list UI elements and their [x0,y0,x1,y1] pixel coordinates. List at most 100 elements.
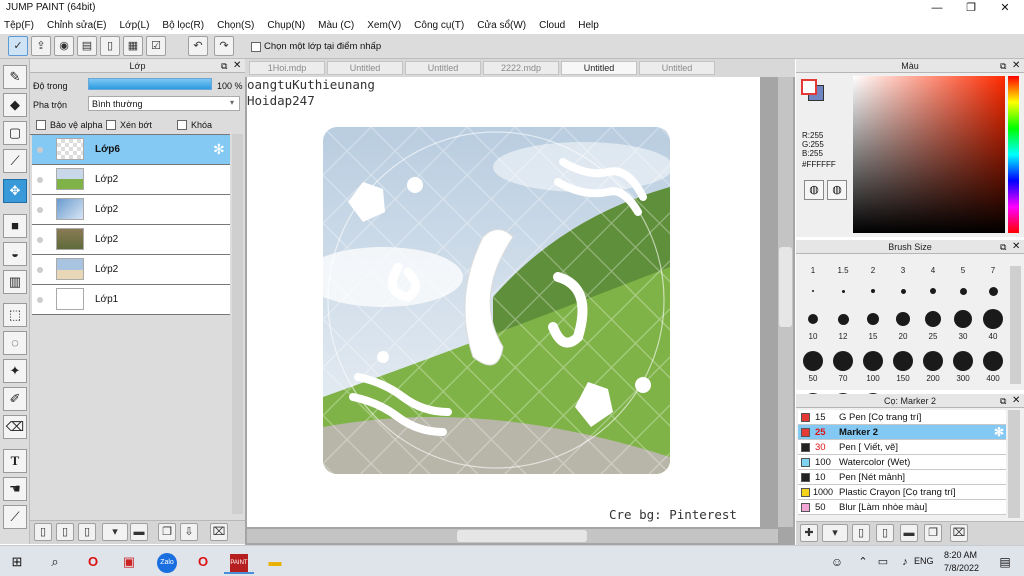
hue-slider[interactable] [1008,76,1019,233]
search-icon[interactable]: ⌕ [40,550,70,574]
brush-size-dot[interactable] [954,310,972,328]
app-icon[interactable]: ▣ [114,550,144,574]
duplicate-icon[interactable]: ❐ [924,524,942,542]
visibility-icon[interactable] [37,177,43,183]
brush-size-dot[interactable] [833,351,853,371]
brush-size-dot[interactable] [900,288,906,294]
brush-size-dot[interactable] [841,289,845,293]
move-icon[interactable]: ✥ [3,179,27,203]
brush-size-dot[interactable] [893,351,913,371]
export-icon[interactable]: ⇪ [31,36,51,56]
brush-page-icon[interactable]: ▯ [876,524,894,542]
brush-size-dot[interactable] [837,313,849,325]
brush-size-dot[interactable] [863,351,883,371]
add-layer-menu-icon[interactable]: ▾ [102,523,128,541]
brush-size-dot[interactable] [812,290,814,292]
select-pen-icon[interactable]: ✐ [3,387,27,411]
menu-tools[interactable]: Công cụ(T) [414,20,464,31]
gradient-icon[interactable]: ▥ [3,270,27,294]
panel-pin-icon[interactable]: ⧉ [1000,242,1006,253]
horizontal-scroll-thumb[interactable] [457,530,587,542]
select-layer-checkbox[interactable] [251,42,261,52]
jump-paint-icon[interactable]: PAINT [224,550,254,574]
brush-item[interactable]: 50 Blur [Làm nhòe màu] [798,500,1006,515]
checklist-icon[interactable]: ☑ [146,36,166,56]
clip-checkbox[interactable] [106,120,116,130]
minimize-button[interactable]: — [920,0,954,16]
brush-size-dot[interactable] [808,314,818,324]
hand-icon[interactable]: ☚ [3,477,27,501]
opacity-slider[interactable] [88,78,212,90]
menu-color[interactable]: Màu (C) [318,20,354,31]
layer-row[interactable]: Lớp1 [32,285,230,315]
rect-select-icon[interactable]: ⬚ [3,303,27,327]
brush-size-dot[interactable] [803,351,823,371]
magic-wand-icon[interactable]: ✦ [3,359,27,383]
menu-help[interactable]: Help [578,20,599,31]
brush-scrollbar[interactable] [1010,266,1021,384]
tab[interactable]: 1Hoi.mdp [249,61,325,75]
visibility-icon[interactable] [37,297,43,303]
brush-size-dot[interactable] [953,351,973,371]
tab[interactable]: Untitled [405,61,481,75]
notification-icon[interactable]: ▤ [990,550,1020,574]
trash-icon[interactable]: ⌧ [950,524,968,542]
menu-filter[interactable]: Bộ lọc(R) [162,20,204,31]
menu-layer[interactable]: Lớp(L) [120,20,150,31]
menu-view[interactable]: Xem(V) [367,20,401,31]
visibility-icon[interactable] [37,267,43,273]
brush-size-dot[interactable] [983,351,1003,371]
merge-icon[interactable]: ⇩ [180,523,198,541]
brush-icon[interactable]: ✎ [3,65,27,89]
color-picker-square[interactable] [853,76,1005,233]
undo-icon[interactable]: ↶ [188,36,208,56]
duplicate-icon[interactable]: ❐ [158,523,176,541]
blend-select[interactable]: Bình thường ▾ [88,96,240,111]
menu-select[interactable]: Chọn(S) [217,20,254,31]
menu-cloud[interactable]: Cloud [539,20,565,31]
protect-alpha-checkbox[interactable] [36,120,46,130]
menu-edit[interactable]: Chỉnh sửa(E) [47,20,107,31]
brush-size-dot[interactable] [925,311,941,327]
horizontal-scrollbar[interactable] [247,529,778,543]
brush-size-dot[interactable] [871,289,875,293]
layer-row[interactable]: Lớp2 [32,255,230,285]
brush-size-dot[interactable] [959,287,967,295]
page-icon[interactable]: ▯ [100,36,120,56]
brush-item[interactable]: 25 Marker 2 ✻ [798,425,1006,440]
lock-checkbox[interactable] [177,120,187,130]
new-1bit-layer-icon[interactable]: ▯ [78,523,96,541]
tab[interactable]: 2222.mdp [483,61,559,75]
new-8bit-layer-icon[interactable]: ▯ [56,523,74,541]
opera-icon[interactable]: O [78,550,108,574]
visibility-icon[interactable] [37,237,43,243]
brush-item[interactable]: 1000 Plastic Crayon [Cọ trang trí] [798,485,1006,500]
panel-close-icon[interactable]: ✕ [1012,60,1020,71]
tab[interactable]: Untitled [327,61,403,75]
panel-icon[interactable]: ▦ [123,36,143,56]
palette-add-icon[interactable]: ◍ [827,180,847,200]
brush-item[interactable]: 10 Pen [Nét mảnh] [798,470,1006,485]
menu-capture[interactable]: Chụp(N) [267,20,305,31]
opera-gx-icon[interactable]: O [188,550,218,574]
panel-pin-icon[interactable]: ⧉ [1000,61,1006,72]
maximize-button[interactable]: ❐ [954,0,988,16]
brush-size-dot[interactable] [983,309,1003,329]
brush-size-dot[interactable] [923,351,943,371]
panel-pin-icon[interactable]: ⧉ [1000,396,1006,407]
clock-date[interactable]: 7/8/2022 [944,563,979,573]
gear-icon[interactable]: ✻ [994,425,1004,440]
eraser-icon[interactable]: ◆ [3,93,27,117]
eyedropper-icon[interactable]: ⟋ [3,505,27,529]
redo-icon[interactable]: ↷ [214,36,234,56]
visibility-icon[interactable] [37,207,43,213]
visibility-icon[interactable] [37,147,43,153]
brush-menu-icon[interactable]: ▾ [822,524,848,542]
close-button[interactable]: ✕ [988,0,1022,16]
vertical-scroll-thumb[interactable] [779,247,792,327]
folder-icon[interactable]: ▬ [900,524,918,542]
brush-settings-icon[interactable]: ▯ [852,524,870,542]
brush-size-dot[interactable] [867,313,879,325]
text-icon[interactable]: T [3,449,27,473]
menu-file[interactable]: Tệp(F) [4,20,34,31]
